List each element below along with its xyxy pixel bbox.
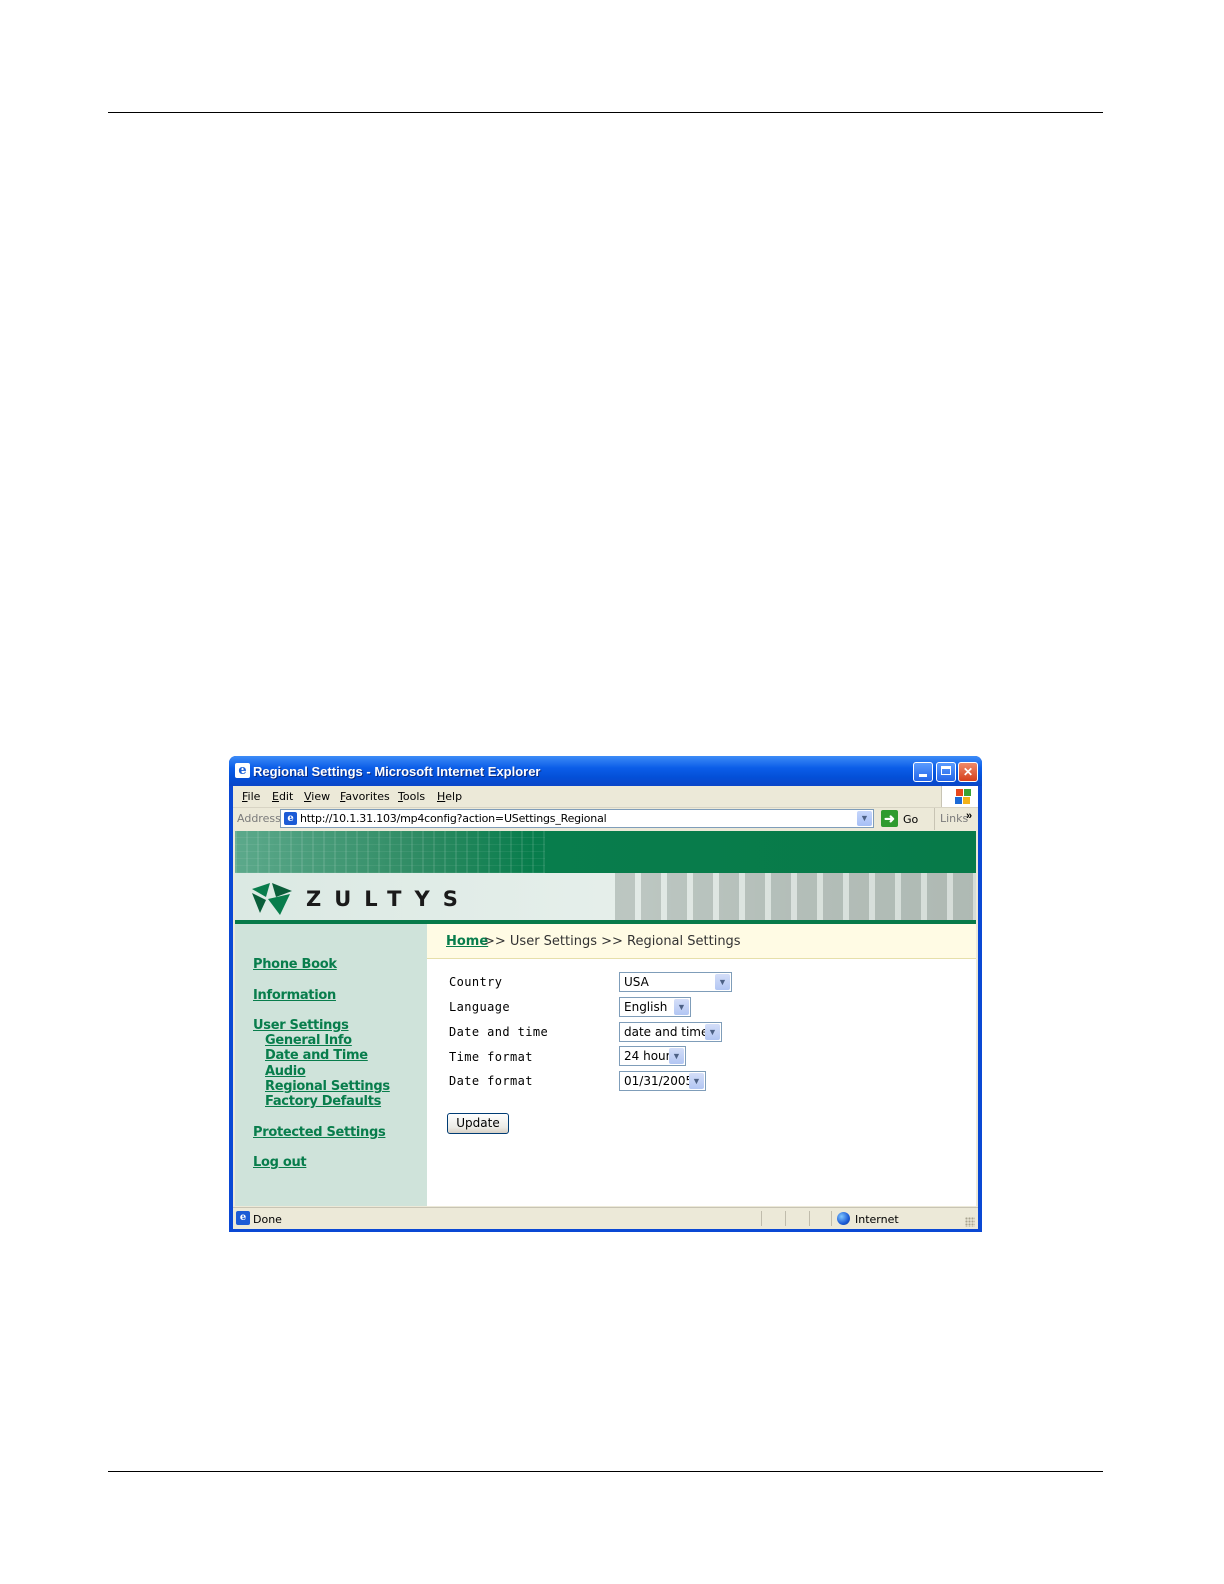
date-and-time-value: date and time: [624, 1025, 709, 1039]
logo-blue: [955, 797, 962, 804]
country-label: Country: [449, 975, 503, 989]
time-format-label: Time format: [449, 1050, 533, 1064]
sidebar-item-regional-settings[interactable]: Regional Settings: [265, 1079, 390, 1094]
zultys-logo-icon: [252, 883, 292, 915]
language-select[interactable]: English ▼: [619, 997, 691, 1017]
menu-bar: File Edit View Favorites Tools Help: [233, 786, 978, 808]
sidebar: Phone Book Information User Settings Gen…: [235, 924, 427, 1206]
status-divider: [785, 1211, 786, 1226]
country-value: USA: [624, 975, 649, 989]
breadcrumb: Home >> User Settings >> Regional Settin…: [427, 924, 976, 959]
chevron-down-icon[interactable]: ▼: [689, 1073, 704, 1089]
status-bar: e Done Internet: [233, 1207, 978, 1229]
chevron-down-icon[interactable]: ▼: [715, 974, 730, 990]
logo-green: [964, 789, 971, 796]
network-ports-image: [615, 873, 976, 920]
maximize-icon: [941, 766, 951, 775]
links-chevron-icon[interactable]: »: [966, 810, 972, 822]
address-input[interactable]: e http://10.1.31.103/mp4config?action=US…: [280, 809, 874, 828]
sidebar-item-audio[interactable]: Audio: [265, 1064, 306, 1079]
status-divider: [831, 1211, 832, 1226]
circuit-pattern: [235, 831, 545, 873]
language-label: Language: [449, 1000, 510, 1014]
logo-yellow: [963, 797, 970, 804]
address-label: Address: [237, 812, 281, 825]
menu-favorites[interactable]: Favorites: [340, 790, 390, 803]
banner-logo-strip: ZULTYS: [235, 873, 976, 920]
menu-file[interactable]: File: [242, 790, 260, 803]
date-format-label: Date format: [449, 1074, 533, 1088]
page-content: ZULTYS Phone Book Information User Setti…: [235, 831, 976, 1206]
time-format-select[interactable]: 24 hour ▼: [619, 1046, 686, 1066]
menu-view[interactable]: View: [304, 790, 330, 803]
close-button[interactable]: ✕: [958, 762, 978, 782]
country-select[interactable]: USA ▼: [619, 972, 732, 992]
maximize-button[interactable]: [936, 762, 956, 782]
status-divider: [809, 1211, 810, 1226]
sidebar-item-phone-book[interactable]: Phone Book: [253, 957, 337, 972]
chevron-down-icon[interactable]: ▼: [674, 999, 689, 1015]
sidebar-item-log-out[interactable]: Log out: [253, 1155, 307, 1170]
sidebar-item-date-and-time[interactable]: Date and Time: [265, 1048, 368, 1063]
windows-logo-icon: [941, 786, 978, 807]
logo-red: [956, 789, 963, 796]
go-arrow-icon[interactable]: ➜: [881, 810, 898, 827]
sidebar-item-user-settings[interactable]: User Settings: [253, 1018, 349, 1033]
page-icon: e: [236, 1211, 250, 1225]
menu-tools[interactable]: Tools: [398, 790, 425, 803]
menu-help[interactable]: Help: [437, 790, 462, 803]
date-format-select[interactable]: 01/31/2005 ▼: [619, 1071, 706, 1091]
resize-grip-icon[interactable]: [965, 1217, 975, 1227]
menu-edit[interactable]: Edit: [272, 790, 293, 803]
sidebar-item-information[interactable]: Information: [253, 988, 336, 1003]
address-dropdown-icon[interactable]: ▼: [857, 811, 872, 826]
main-panel: Home >> User Settings >> Regional Settin…: [427, 924, 976, 1206]
address-bar: Address e http://10.1.31.103/mp4config?a…: [233, 808, 978, 830]
status-divider: [761, 1211, 762, 1226]
update-button[interactable]: Update: [447, 1113, 509, 1134]
go-button[interactable]: Go: [903, 813, 918, 826]
status-text: Done: [253, 1213, 282, 1226]
banner-green: [235, 831, 976, 873]
page-footer-rule: [108, 1471, 1103, 1472]
sidebar-item-general-info[interactable]: General Info: [265, 1033, 352, 1048]
minimize-icon: [919, 774, 927, 777]
window-title: Regional Settings - Microsoft Internet E…: [253, 764, 541, 779]
sidebar-item-factory-defaults[interactable]: Factory Defaults: [265, 1094, 381, 1109]
address-url: http://10.1.31.103/mp4config?action=USet…: [300, 812, 607, 825]
sidebar-item-protected-settings[interactable]: Protected Settings: [253, 1125, 386, 1140]
date-format-value: 01/31/2005: [624, 1074, 694, 1088]
links-button[interactable]: Links: [934, 808, 968, 830]
globe-icon: [837, 1212, 850, 1225]
date-and-time-label: Date and time: [449, 1025, 549, 1039]
chevron-down-icon[interactable]: ▼: [705, 1024, 720, 1040]
time-format-value: 24 hour: [624, 1049, 671, 1063]
page-header-rule: [108, 112, 1103, 113]
brand-name: ZULTYS: [306, 887, 471, 911]
language-value: English: [624, 1000, 668, 1014]
date-and-time-select[interactable]: date and time ▼: [619, 1022, 722, 1042]
minimize-button[interactable]: [913, 762, 933, 782]
browser-window: e Regional Settings - Microsoft Internet…: [229, 756, 982, 1232]
breadcrumb-home-link[interactable]: Home: [446, 934, 488, 949]
page-icon: e: [284, 812, 297, 825]
close-icon: ✕: [962, 765, 974, 779]
chevron-down-icon[interactable]: ▼: [669, 1048, 684, 1064]
ie-icon: e: [235, 763, 250, 778]
breadcrumb-path: >> User Settings >> Regional Settings: [484, 934, 741, 949]
security-zone: Internet: [855, 1213, 899, 1226]
title-bar[interactable]: e Regional Settings - Microsoft Internet…: [229, 756, 982, 786]
browser-frame: File Edit View Favorites Tools Help Addr…: [233, 786, 978, 1229]
